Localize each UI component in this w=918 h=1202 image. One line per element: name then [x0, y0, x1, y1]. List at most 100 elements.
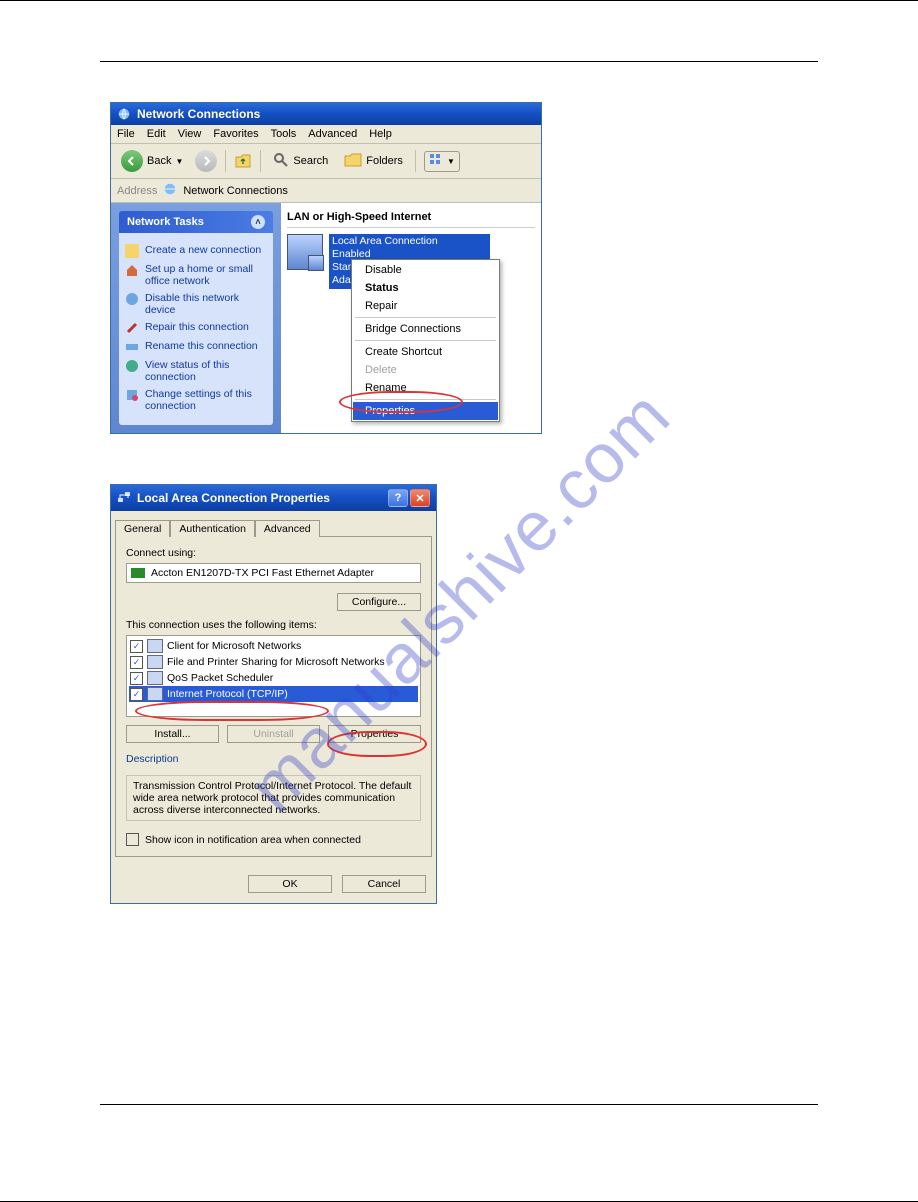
folders-button[interactable]: Folders [340, 150, 407, 173]
toolbar-separator [415, 150, 416, 172]
toolbar-separator [225, 150, 226, 172]
checkbox-icon[interactable]: ✓ [130, 640, 143, 653]
forward-button[interactable] [195, 150, 217, 172]
back-label: Back [147, 155, 171, 167]
menu-rename[interactable]: Rename [353, 379, 498, 397]
address-value[interactable]: Network Connections [183, 185, 288, 197]
checkbox-icon[interactable]: ✓ [130, 656, 143, 669]
task-label: Set up a home or small office network [145, 263, 267, 287]
nic-card-icon [131, 568, 145, 578]
window-title: Network Connections [137, 107, 260, 121]
menu-separator [355, 340, 496, 341]
task-change-settings[interactable]: Change settings of this connection [125, 388, 267, 412]
tasks-header[interactable]: Network Tasks ˄ [119, 211, 273, 233]
up-folder-button[interactable] [234, 151, 252, 172]
search-label: Search [293, 155, 328, 167]
ok-button[interactable]: OK [248, 875, 332, 893]
group-header: LAN or High-Speed Internet [287, 209, 535, 228]
chevron-down-icon: ▼ [447, 157, 455, 166]
folders-label: Folders [366, 155, 403, 167]
task-label: Change settings of this connection [145, 388, 267, 412]
menu-help[interactable]: Help [369, 128, 392, 140]
menu-view[interactable]: View [178, 128, 202, 140]
checkbox-icon[interactable]: ✓ [130, 688, 143, 701]
views-button[interactable]: ▼ [424, 151, 460, 172]
description-text: Transmission Control Protocol/Internet P… [126, 775, 421, 821]
menu-edit[interactable]: Edit [147, 128, 166, 140]
tab-authentication[interactable]: Authentication [170, 520, 255, 537]
list-item-tcpip[interactable]: ✓ Internet Protocol (TCP/IP) [129, 686, 418, 702]
search-button[interactable]: Search [269, 150, 332, 173]
views-icon [429, 153, 443, 170]
task-view-status[interactable]: View status of this connection [125, 359, 267, 383]
menu-advanced[interactable]: Advanced [308, 128, 357, 140]
network-icon [163, 182, 177, 199]
menu-properties[interactable]: Properties [353, 402, 498, 420]
menu-disable[interactable]: Disable [353, 261, 498, 279]
install-button[interactable]: Install... [126, 725, 219, 743]
menu-bridge[interactable]: Bridge Connections [353, 320, 498, 338]
collapse-chevron-icon[interactable]: ˄ [251, 215, 265, 229]
task-disable-device[interactable]: Disable this network device [125, 292, 267, 316]
checkbox-icon[interactable] [126, 833, 139, 846]
task-pane: Network Tasks ˄ Create a new connection … [111, 203, 281, 433]
tab-panel-general: Connect using: Accton EN1207D-TX PCI Fas… [115, 536, 432, 857]
item-label: Client for Microsoft Networks [167, 640, 301, 652]
item-label: QoS Packet Scheduler [167, 672, 273, 684]
task-rename[interactable]: Rename this connection [125, 340, 267, 354]
cancel-button[interactable]: Cancel [342, 875, 426, 893]
item-label: Internet Protocol (TCP/IP) [167, 688, 288, 700]
show-icon-label: Show icon in notification area when conn… [145, 834, 361, 846]
checkbox-icon[interactable]: ✓ [130, 672, 143, 685]
uninstall-button: Uninstall [227, 725, 320, 743]
back-arrow-icon [121, 150, 143, 172]
dialog-title: Local Area Connection Properties [137, 491, 330, 505]
menu-status[interactable]: Status [353, 279, 498, 297]
properties-button[interactable]: Properties [328, 725, 421, 743]
task-repair[interactable]: Repair this connection [125, 321, 267, 335]
client-icon [147, 639, 163, 653]
tab-advanced[interactable]: Advanced [255, 520, 320, 537]
status-icon [125, 359, 139, 373]
task-label: Repair this connection [145, 321, 249, 333]
menu-file[interactable]: File [117, 128, 135, 140]
menu-repair[interactable]: Repair [353, 297, 498, 315]
items-label: This connection uses the following items… [126, 619, 421, 631]
folders-icon [344, 152, 362, 171]
address-bar: Address Network Connections [111, 179, 541, 203]
task-create-connection[interactable]: Create a new connection [125, 244, 267, 258]
disable-icon [125, 292, 139, 306]
menu-separator [355, 399, 496, 400]
show-icon-row[interactable]: Show icon in notification area when conn… [126, 833, 421, 846]
context-menu: Disable Status Repair Bridge Connections… [351, 259, 500, 422]
task-setup-network[interactable]: Set up a home or small office network [125, 263, 267, 287]
rename-icon [125, 340, 139, 354]
network-connections-window: Network Connections File Edit View Favor… [110, 102, 542, 434]
titlebar: Local Area Connection Properties ? ✕ [111, 485, 436, 511]
connection-icon [117, 490, 131, 507]
list-item[interactable]: ✓ Client for Microsoft Networks [129, 638, 418, 654]
lan-properties-dialog: Local Area Connection Properties ? ✕ Gen… [110, 484, 437, 904]
tab-general[interactable]: General [115, 520, 170, 537]
connect-using-label: Connect using: [126, 547, 421, 559]
task-label: Disable this network device [145, 292, 267, 316]
components-list[interactable]: ✓ Client for Microsoft Networks ✓ File a… [126, 635, 421, 717]
task-label: View status of this connection [145, 359, 267, 383]
tasks-body: Create a new connection Set up a home or… [119, 233, 273, 425]
toolbar-separator [260, 150, 261, 172]
list-item[interactable]: ✓ QoS Packet Scheduler [129, 670, 418, 686]
description-label: Description [126, 753, 421, 765]
close-button[interactable]: ✕ [410, 489, 430, 507]
service-icon [147, 655, 163, 669]
menu-favorites[interactable]: Favorites [213, 128, 258, 140]
home-network-icon [125, 263, 139, 277]
configure-button[interactable]: Configure... [337, 593, 421, 611]
adapter-name: Accton EN1207D-TX PCI Fast Ethernet Adap… [151, 567, 374, 579]
list-item[interactable]: ✓ File and Printer Sharing for Microsoft… [129, 654, 418, 670]
back-button[interactable]: Back ▼ [117, 148, 187, 174]
help-button[interactable]: ? [388, 489, 408, 507]
adapter-field[interactable]: Accton EN1207D-TX PCI Fast Ethernet Adap… [126, 563, 421, 583]
address-label: Address [117, 185, 157, 197]
menu-shortcut[interactable]: Create Shortcut [353, 343, 498, 361]
menu-tools[interactable]: Tools [271, 128, 297, 140]
